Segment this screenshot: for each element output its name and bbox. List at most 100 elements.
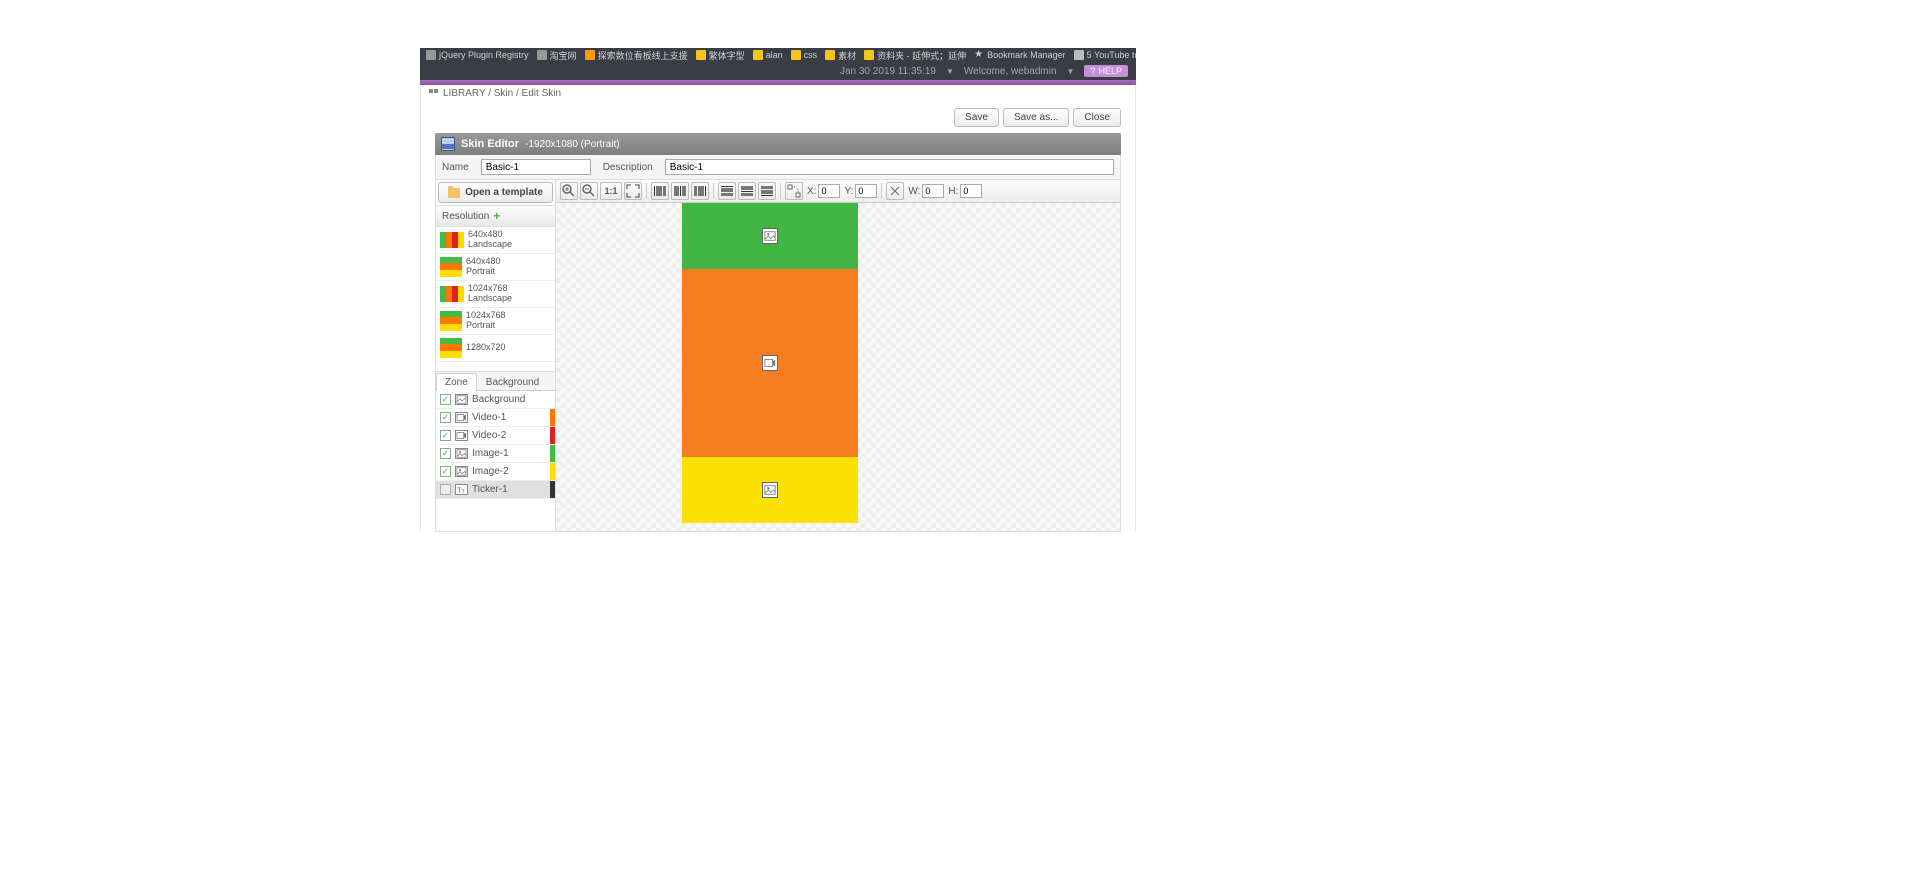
resolution-item[interactable]: 1024x768Portrait [436, 308, 555, 335]
align-right-button[interactable] [691, 182, 709, 200]
breadcrumb-icon [429, 89, 439, 99]
x-label: X: [807, 186, 816, 197]
zone-row[interactable]: ✓Video-1 [436, 409, 555, 427]
help-button[interactable]: ? HELP [1084, 65, 1128, 77]
bookmark-item[interactable]: 繁体字型 [696, 49, 745, 62]
zone-checkbox[interactable]: ✓ [440, 448, 451, 459]
bookmark-icon [864, 50, 874, 60]
name-label: Name [442, 162, 469, 173]
editor-header: Skin Editor -1920x1080 (Portrait) [435, 133, 1121, 155]
left-panel: Open a template Resolution + 640x480Land… [436, 180, 556, 531]
x-input[interactable] [818, 184, 840, 198]
bookmark-icon [426, 50, 436, 60]
bookmark-icon: ★ [974, 50, 984, 60]
zone-checkbox[interactable]: ✓ [440, 466, 451, 477]
h-label: H: [948, 186, 958, 197]
tab-background[interactable]: Background [477, 373, 548, 391]
resolution-item[interactable]: 1280x720 [436, 335, 555, 362]
bookmark-icon [1074, 50, 1084, 60]
align-center-v-button[interactable] [738, 182, 756, 200]
canvas[interactable] [556, 203, 1120, 531]
zoom-fit-button[interactable] [624, 182, 642, 200]
editor-title: Skin Editor [461, 138, 519, 150]
resolution-header: Resolution + [436, 205, 555, 227]
bookmark-item[interactable]: alan [753, 50, 783, 60]
resolution-item[interactable]: 640x480Landscape [436, 227, 555, 254]
bookmark-icon [585, 50, 595, 60]
video-icon [455, 430, 468, 441]
zoom-out-button[interactable] [580, 182, 598, 200]
zone-row[interactable]: ✓Background [436, 391, 555, 409]
canvas-zone[interactable] [682, 269, 858, 457]
bookmark-icon [791, 50, 801, 60]
canvas-zone[interactable] [682, 203, 858, 269]
skin-editor-icon [441, 137, 455, 151]
y-label: Y: [844, 186, 853, 197]
zone-row[interactable]: ✓Image-2 [436, 463, 555, 481]
zoom-in-button[interactable] [560, 182, 578, 200]
folder-icon [448, 188, 460, 198]
canvas-zone[interactable] [682, 457, 858, 523]
svg-text:T: T [462, 489, 466, 494]
snap-button[interactable] [785, 182, 803, 200]
close-button[interactable]: Close [1073, 108, 1121, 127]
zone-row[interactable]: ✓Image-1 [436, 445, 555, 463]
align-top-button[interactable] [718, 182, 736, 200]
zone-color-chip [550, 445, 555, 462]
description-label: Description [603, 162, 653, 173]
bookmark-item[interactable]: 淘宝网 [537, 49, 577, 62]
bookmark-item[interactable]: 资料夹 - 延伸式；延伸 [864, 49, 966, 62]
resolution-thumb [440, 286, 464, 302]
zone-row[interactable]: TTTicker-1 [436, 481, 555, 499]
skin-layout[interactable] [682, 203, 858, 523]
resolution-list[interactable]: 640x480Landscape640x480Portrait1024x768L… [436, 227, 555, 371]
ticker-icon: TT [455, 484, 468, 495]
align-center-h-button[interactable] [671, 182, 689, 200]
name-input[interactable] [481, 159, 591, 175]
align-bottom-button[interactable] [758, 182, 776, 200]
zone-color-chip [550, 463, 555, 480]
resolution-item[interactable]: 1024x768Landscape [436, 281, 555, 308]
zone-checkbox[interactable]: ✓ [440, 412, 451, 423]
w-input[interactable] [922, 184, 944, 198]
bookmark-icon [825, 50, 835, 60]
zone-checkbox[interactable]: ✓ [440, 430, 451, 441]
video-icon [455, 412, 468, 423]
bookmark-item[interactable]: 探索数位看板线上支援 [585, 49, 688, 62]
welcome-text: Welcome, webadmin [964, 66, 1057, 77]
description-input[interactable] [665, 159, 1114, 175]
zone-checkbox[interactable] [440, 484, 451, 495]
zone-checkbox[interactable]: ✓ [440, 394, 451, 405]
editor-subtitle: -1920x1080 (Portrait) [525, 139, 620, 150]
open-template-button[interactable]: Open a template [438, 182, 553, 203]
zone-list[interactable]: ✓Background✓Video-1✓Video-2✓Image-1✓Imag… [436, 390, 555, 531]
resolution-thumb [440, 311, 462, 331]
zone-tabs: Zone Background [436, 371, 555, 390]
save-button[interactable]: Save [954, 108, 999, 127]
name-description-row: Name Description [435, 155, 1121, 180]
image-icon [762, 482, 778, 498]
bookmark-item[interactable]: jQuery Plugin Registry [426, 50, 529, 60]
size-lock-button[interactable] [886, 182, 904, 200]
bookmark-item[interactable]: css [791, 50, 818, 60]
save-as-button[interactable]: Save as... [1003, 108, 1069, 127]
help-icon: ? [1090, 66, 1095, 76]
bookmark-item[interactable]: 5 YouTube to MP4 & M [1074, 50, 1136, 60]
resolution-thumb [440, 232, 464, 248]
timestamp: Jan 30 2019 11:35:19 [840, 66, 936, 77]
resolution-thumb [440, 338, 462, 358]
bookmark-item[interactable]: ★Bookmark Manager [974, 50, 1066, 60]
y-input[interactable] [855, 184, 877, 198]
zoom-actual-button[interactable]: 1:1 [600, 182, 622, 200]
video-icon [762, 355, 778, 371]
tab-zone[interactable]: Zone [436, 373, 477, 391]
resolution-item[interactable]: 640x480Portrait [436, 254, 555, 281]
zone-row[interactable]: ✓Video-2 [436, 427, 555, 445]
breadcrumb: LIBRARY / Skin / Edit Skin [421, 85, 1135, 102]
zone-color-chip [550, 481, 555, 498]
h-input[interactable] [960, 184, 982, 198]
bookmark-item[interactable]: 素材 [825, 49, 856, 62]
align-left-button[interactable] [651, 182, 669, 200]
add-resolution-button[interactable]: + [493, 209, 500, 223]
zone-color-chip [550, 427, 555, 444]
